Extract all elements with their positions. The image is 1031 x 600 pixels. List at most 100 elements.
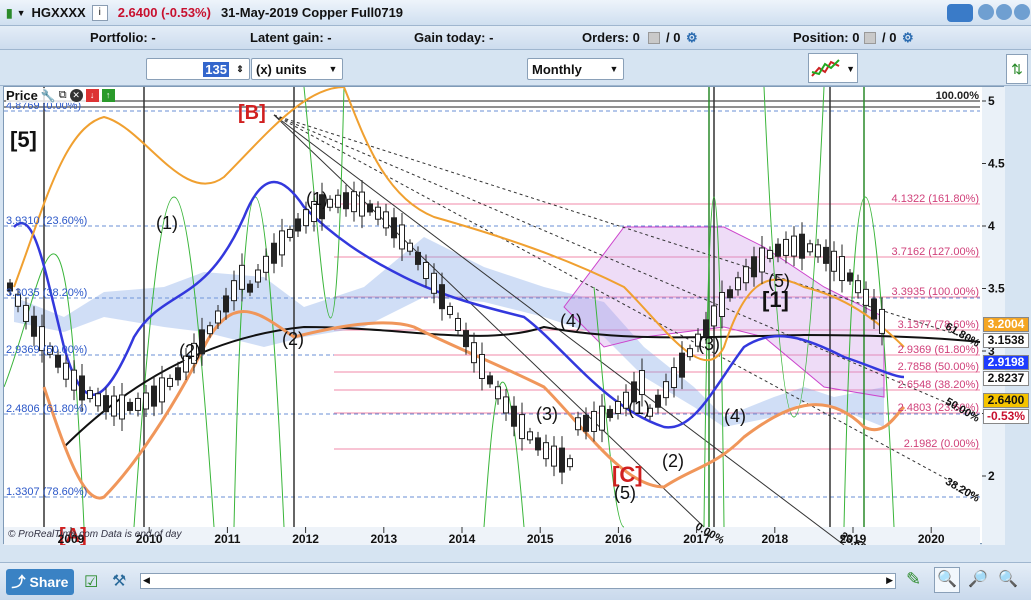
fib-right-label: 3.7162 (127.00%) xyxy=(892,246,979,258)
candle-body xyxy=(391,217,397,239)
x-tick-label: 2014 xyxy=(449,532,476,545)
candle-body xyxy=(407,242,413,252)
candle-body xyxy=(175,367,181,381)
candle-body xyxy=(583,414,589,432)
symbol-label[interactable]: HGXXXX xyxy=(32,5,86,20)
fib-right-label: 3.1377 (78.60%) xyxy=(898,319,979,331)
wrench-icon[interactable]: 🔧 xyxy=(41,89,56,103)
close-icon[interactable] xyxy=(1014,4,1030,20)
candle-body xyxy=(519,414,525,440)
candle-body xyxy=(671,367,677,389)
x-tick-label: 2017 xyxy=(683,532,710,545)
dropdown-arrow-icon[interactable]: ▼ xyxy=(17,8,26,18)
candle-body xyxy=(415,251,421,265)
candle-body xyxy=(823,246,829,264)
candle-body xyxy=(263,255,269,273)
duplicate-icon[interactable]: ⧉ xyxy=(59,89,67,102)
candle-body xyxy=(239,264,245,290)
candle-body xyxy=(287,228,293,238)
watermark: © ProRealTime.com Data is end of day xyxy=(8,529,182,540)
tools-icon[interactable]: ⚒ xyxy=(112,571,126,591)
fib-right-label: 2.9369 (61.80%) xyxy=(898,344,979,356)
units-input[interactable]: 135 ⇕ xyxy=(146,58,250,80)
y-tick-label: 4.5 xyxy=(988,157,1005,171)
x-tick-label: 2011 xyxy=(214,532,240,545)
price-badge: 2.8237 xyxy=(983,371,1029,386)
last-price: 2.6400 (-0.53%) xyxy=(117,5,211,20)
chevron-down-icon[interactable]: ▼ xyxy=(846,64,855,74)
candle-body xyxy=(55,354,61,368)
wave-label: (3) xyxy=(536,404,558,424)
fib-right-label: 100.00% xyxy=(936,90,980,102)
price-chart[interactable]: 4.8769 (0.00%) 3.9310 (23.60%) 3.3035 (38.… xyxy=(3,85,1005,559)
price-badge: -0.53% xyxy=(983,409,1029,424)
candle-body xyxy=(783,238,789,256)
chevron-down-icon[interactable]: ▼ xyxy=(607,62,621,76)
candle-body xyxy=(615,400,621,414)
candle-body xyxy=(271,242,277,264)
info-icon[interactable]: i xyxy=(91,4,108,21)
maximize-icon[interactable] xyxy=(996,4,1012,20)
scroll-left-icon[interactable]: ◀ xyxy=(143,575,150,586)
orders-clear-icon[interactable] xyxy=(648,32,660,44)
gain-today-label: Gain today: - xyxy=(414,30,494,45)
horizontal-scrollbar[interactable]: ◀ ▶ xyxy=(140,573,896,589)
move-down-icon[interactable]: ↓ xyxy=(85,89,99,102)
candle-body xyxy=(871,298,877,320)
candle-body xyxy=(95,393,101,407)
share-button[interactable]: ⤴ Share xyxy=(6,569,74,595)
candle-body xyxy=(719,291,725,317)
crosshair-icon[interactable]: ✎ xyxy=(906,569,921,590)
candle-body xyxy=(551,445,557,467)
move-up-icon[interactable]: ↑ xyxy=(101,89,115,102)
candle-body xyxy=(255,269,261,283)
chart-toolbar: 135 ⇕ (x) units ▼ Monthly ▼ ▼ ⇅ xyxy=(0,50,1031,86)
orders-slash: / 0 xyxy=(666,30,681,45)
zoom-out-icon[interactable]: 🔎 xyxy=(968,569,988,589)
close-panel-icon[interactable]: ✕ xyxy=(69,89,83,102)
candle-body xyxy=(431,272,437,294)
indicators-button[interactable]: ▼ xyxy=(808,53,858,83)
x-tick-label: 2018 xyxy=(761,532,788,545)
candle-body xyxy=(279,230,285,256)
candle-body xyxy=(855,280,861,294)
candle-body xyxy=(743,266,749,284)
zoom-in-icon[interactable]: 🔍 xyxy=(998,569,1018,589)
y-tick-label: 5 xyxy=(988,94,995,108)
timeframe-label: Monthly xyxy=(532,61,582,77)
candle-body xyxy=(439,284,445,310)
wave-label: (2) xyxy=(179,341,201,361)
panel-label: Price xyxy=(6,88,38,103)
units-spinner-icon[interactable]: ⇕ xyxy=(233,62,247,76)
candle-body xyxy=(831,250,837,272)
candle-body xyxy=(879,308,885,334)
fib-left-label: 3.3035 (38.20%) xyxy=(6,287,87,299)
keyboard-icon[interactable] xyxy=(947,4,973,22)
candle-body xyxy=(543,442,549,460)
position-clear-icon[interactable] xyxy=(864,32,876,44)
latent-gain-label: Latent gain: - xyxy=(250,30,332,45)
timeframe-select[interactable]: Monthly ▼ xyxy=(527,58,624,80)
candle-body xyxy=(751,256,757,278)
y-tick-label: 3.5 xyxy=(988,282,1005,296)
side-panel-toggle[interactable]: ⇅ xyxy=(1006,54,1028,84)
candle-body xyxy=(367,203,373,213)
checklist-icon[interactable]: ☑ xyxy=(84,572,98,592)
units-mode-select[interactable]: (x) units ▼ xyxy=(251,58,343,80)
chevron-down-icon[interactable]: ▼ xyxy=(326,62,340,76)
wave-label: (4) xyxy=(724,406,746,426)
candle-body xyxy=(327,198,333,208)
position-settings-icon[interactable]: ⚙ xyxy=(902,30,914,46)
candle-body xyxy=(527,431,533,441)
orders-settings-icon[interactable]: ⚙ xyxy=(686,30,698,46)
minimize-icon[interactable] xyxy=(978,4,994,20)
candle-body xyxy=(463,330,469,348)
x-tick-label: 2020 xyxy=(918,532,945,545)
zoom-fit-icon[interactable]: 🔍 xyxy=(934,567,960,593)
position-label: Position: 0 xyxy=(793,30,860,45)
chart-canvas[interactable]: 4.8769 (0.00%)3.9310 (23.60%)3.3035 (38.… xyxy=(3,85,1005,559)
price-badge: 2.9198 xyxy=(983,355,1029,370)
units-value[interactable]: 135 xyxy=(203,61,229,77)
scroll-right-icon[interactable]: ▶ xyxy=(886,575,893,586)
candle-body xyxy=(807,243,813,253)
